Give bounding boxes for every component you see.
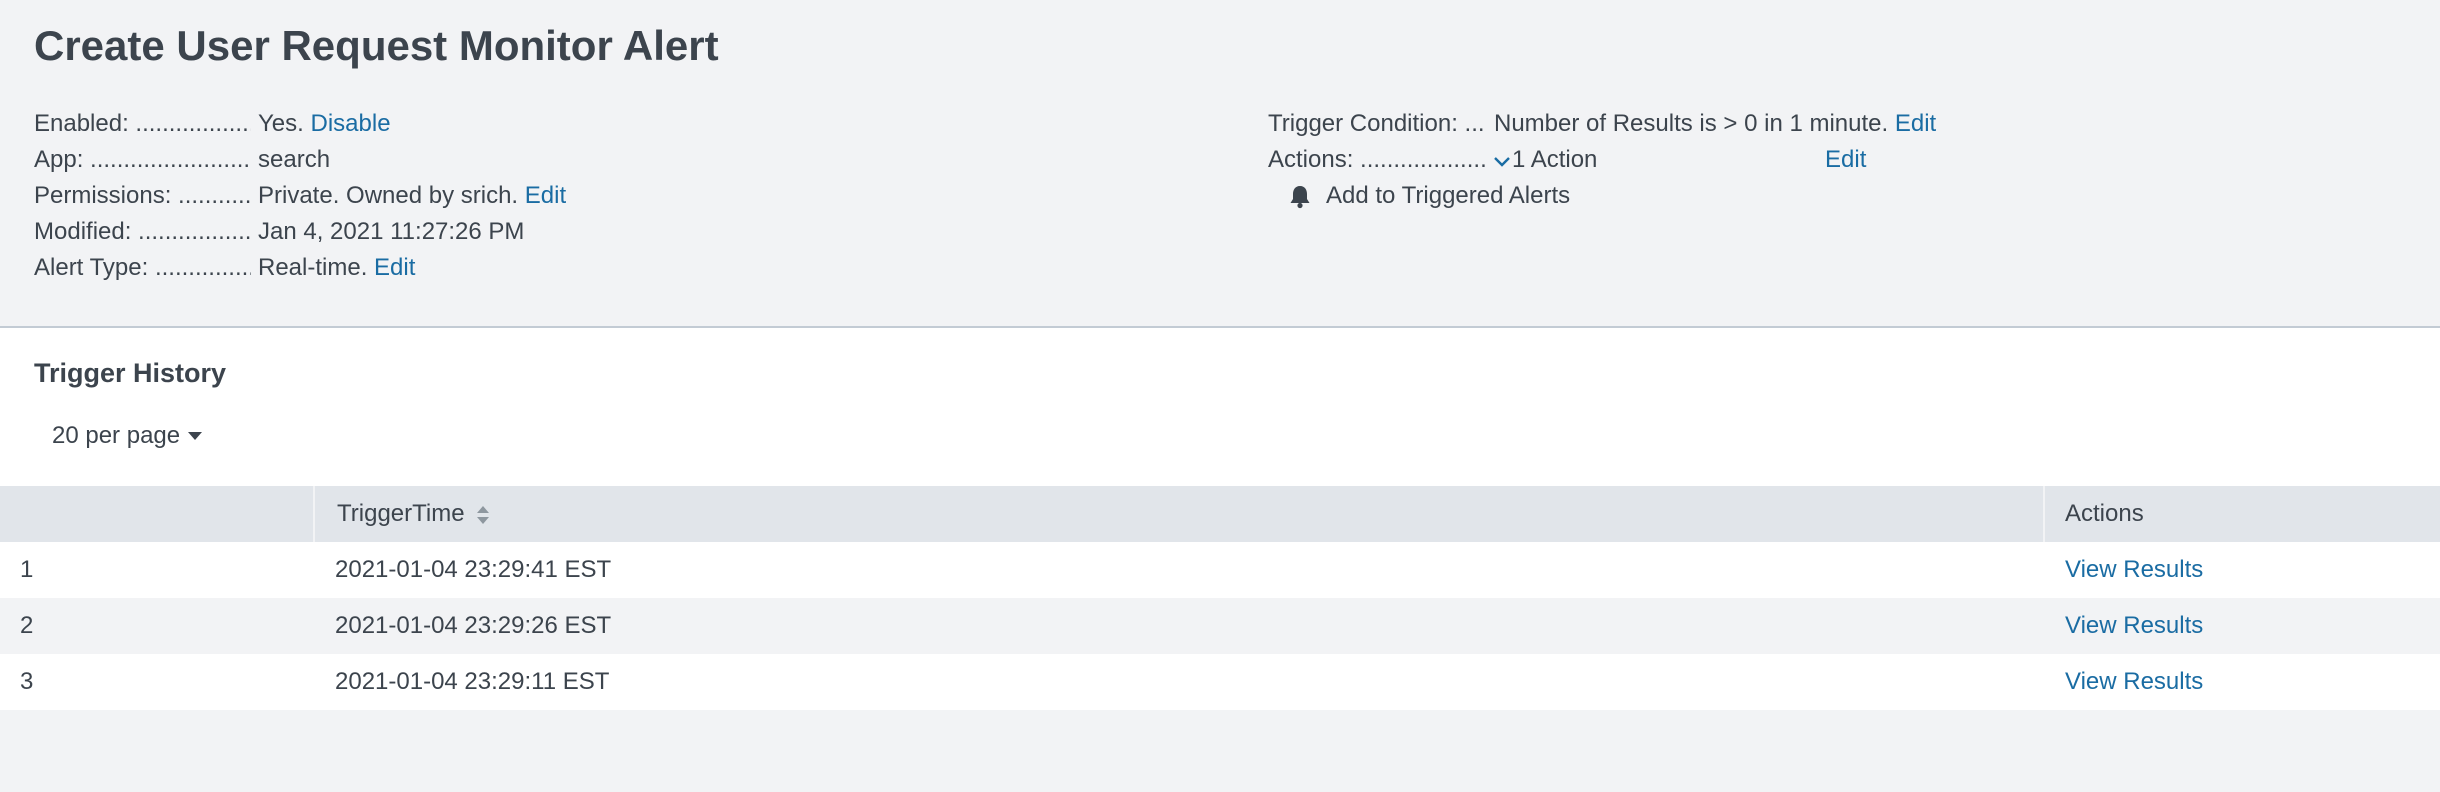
edit-trigger-condition-link[interactable]: Edit bbox=[1895, 106, 1936, 142]
edit-permissions-link[interactable]: Edit bbox=[525, 178, 566, 214]
trigger-condition-row: Trigger Condition: .......... Number of … bbox=[1268, 106, 1936, 142]
enabled-row: Enabled: ...............................… bbox=[34, 106, 566, 142]
view-results-link[interactable]: View Results bbox=[2065, 556, 2203, 583]
modified-row: Modified: ..............................… bbox=[34, 214, 566, 250]
row-action: View Results bbox=[2044, 598, 2440, 654]
row-trigger-time: 2021-01-04 23:29:11 EST bbox=[314, 654, 2044, 710]
column-header-actions: Actions bbox=[2044, 486, 2440, 542]
alert-type-label: Alert Type: ............................… bbox=[34, 254, 251, 281]
edit-actions-link[interactable]: Edit bbox=[1825, 142, 1866, 178]
details-left: Enabled: ...............................… bbox=[34, 106, 566, 286]
per-page-label: 20 per page bbox=[52, 422, 181, 449]
row-index: 3 bbox=[0, 654, 314, 710]
trigger-condition-label: Trigger Condition: .......... bbox=[1268, 110, 1486, 137]
alert-type-row: Alert Type: ............................… bbox=[34, 250, 566, 286]
trigger-history-title: Trigger History bbox=[34, 358, 227, 388]
permissions-row: Permissions: ...........................… bbox=[34, 178, 566, 214]
caret-down-icon bbox=[188, 432, 203, 440]
row-trigger-time: 2021-01-04 23:29:26 EST bbox=[314, 598, 2044, 654]
column-header-triggertime[interactable]: TriggerTime bbox=[314, 486, 2045, 542]
alert-summary-panel: Create User Request Monitor Alert Enable… bbox=[0, 0, 2440, 328]
action-item-label: Add to Triggered Alerts bbox=[1326, 182, 1571, 209]
trigger-history-table: TriggerTime Actions 1 2021-01-04 23:29:4… bbox=[0, 486, 2440, 710]
details-right: Trigger Condition: .......... Number of … bbox=[1268, 106, 1936, 214]
row-index: 1 bbox=[0, 542, 314, 598]
per-page-dropdown[interactable]: 20 per page bbox=[52, 422, 203, 450]
app-row: App: ...................................… bbox=[34, 142, 566, 178]
actions-toggle[interactable]: 1 Action bbox=[1494, 142, 1597, 178]
table-row: 1 2021-01-04 23:29:41 EST View Results bbox=[0, 542, 2440, 598]
action-item: Add to Triggered Alerts bbox=[1268, 178, 1936, 214]
trigger-history-panel: Trigger History 20 per page TriggerTime … bbox=[0, 328, 2440, 710]
row-action: View Results bbox=[2044, 654, 2440, 710]
table-row: 2 2021-01-04 23:29:26 EST View Results bbox=[0, 598, 2440, 654]
view-results-link[interactable]: View Results bbox=[2065, 612, 2203, 639]
row-index: 2 bbox=[0, 598, 314, 654]
enabled-label: Enabled: ...............................… bbox=[34, 110, 251, 137]
app-value: search bbox=[258, 146, 331, 173]
app-label: App: ...................................… bbox=[34, 146, 251, 173]
edit-alert-type-link[interactable]: Edit bbox=[374, 250, 415, 286]
row-trigger-time: 2021-01-04 23:29:41 EST bbox=[314, 542, 2044, 598]
actions-row: Actions: ...............................… bbox=[1268, 142, 1936, 178]
enabled-value: Yes. bbox=[258, 110, 304, 137]
chevron-down-icon bbox=[1494, 156, 1510, 167]
disable-link[interactable]: Disable bbox=[311, 106, 391, 142]
modified-label: Modified: ..............................… bbox=[34, 218, 251, 245]
sort-icon[interactable] bbox=[475, 504, 491, 526]
table-row: 3 2021-01-04 23:29:11 EST View Results bbox=[0, 654, 2440, 710]
bell-icon bbox=[1290, 186, 1310, 209]
actions-label: Actions: ...............................… bbox=[1268, 146, 1486, 173]
row-action: View Results bbox=[2044, 542, 2440, 598]
trigger-condition-value: Number of Results is > 0 in 1 minute. bbox=[1494, 110, 1889, 137]
alert-type-value: Real-time. bbox=[258, 254, 368, 281]
view-results-link[interactable]: View Results bbox=[2065, 668, 2203, 695]
modified-value: Jan 4, 2021 11:27:26 PM bbox=[258, 218, 525, 245]
permissions-label: Permissions: ........................... bbox=[34, 182, 251, 209]
actions-count: 1 Action bbox=[1512, 146, 1598, 173]
page-title: Create User Request Monitor Alert bbox=[34, 22, 719, 69]
column-header-triggertime-label: TriggerTime bbox=[337, 500, 465, 527]
column-header-index bbox=[0, 486, 315, 542]
table-header-row: TriggerTime Actions bbox=[0, 486, 2440, 542]
permissions-value: Private. Owned by srich. bbox=[258, 182, 519, 209]
